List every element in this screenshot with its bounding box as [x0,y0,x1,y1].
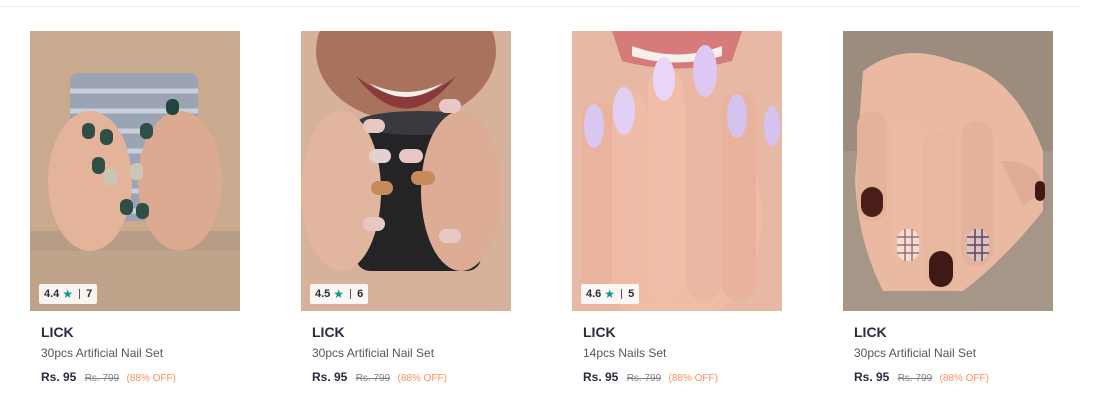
product-discount: (88% OFF) [939,373,989,384]
rating-separator [621,289,623,299]
product-image[interactable]: 4.4 ★ 7 [30,31,240,311]
product-card[interactable]: LICK 30pcs Artificial Nail Set Rs. 95 Rs… [843,31,1053,386]
product-price: Rs. 95 [583,370,619,384]
star-icon: ★ [333,287,345,301]
price-row: Rs. 95 Rs. 799 (88% OFF) [854,370,1053,386]
product-mrp: Rs. 799 [84,373,120,384]
product-discount: (88% OFF) [668,373,718,384]
product-brand[interactable]: LICK [312,324,511,341]
product-mrp: Rs. 799 [626,373,662,384]
product-mrp: Rs. 799 [897,373,933,384]
price-row: Rs. 95 Rs. 799 (88% OFF) [312,370,511,386]
top-divider [0,6,1080,7]
product-price: Rs. 95 [41,370,77,384]
product-mrp: Rs. 799 [355,373,391,384]
product-brand[interactable]: LICK [583,324,782,341]
product-name[interactable]: 30pcs Artificial Nail Set [41,346,240,361]
price-row: Rs. 95 Rs. 799 (88% OFF) [41,370,240,386]
product-card[interactable]: 4.5 ★ 6 LICK 30pcs Artificial Nail Set R… [301,31,511,386]
rating-count: 7 [86,288,93,300]
rating-separator [350,289,352,299]
product-card[interactable]: 4.4 ★ 7 LICK 30pcs Artificial Nail Set R… [30,31,240,386]
price-row: Rs. 95 Rs. 799 (88% OFF) [583,370,782,386]
product-card[interactable]: 4.6 ★ 5 LICK 14pcs Nails Set Rs. 95 Rs. … [572,31,782,386]
product-brand[interactable]: LICK [41,324,240,341]
rating-value: 4.6 [586,288,602,300]
product-name[interactable]: 30pcs Artificial Nail Set [312,346,511,361]
rating-count: 6 [357,288,364,300]
rating-badge: 4.4 ★ 7 [39,284,98,304]
rating-separator [79,289,81,299]
product-price: Rs. 95 [312,370,348,384]
rating-count: 5 [628,288,635,300]
product-image[interactable]: 4.6 ★ 5 [572,31,782,311]
rating-badge: 4.5 ★ 6 [310,284,369,304]
product-image[interactable]: 4.5 ★ 6 [301,31,511,311]
product-discount: (88% OFF) [126,373,176,384]
rating-value: 4.5 [315,288,331,300]
rating-value: 4.4 [44,288,60,300]
product-image[interactable] [843,31,1053,311]
star-icon: ★ [62,287,74,301]
product-brand[interactable]: LICK [854,324,1053,341]
product-name[interactable]: 30pcs Artificial Nail Set [854,346,1053,361]
product-discount: (88% OFF) [397,373,447,384]
product-price: Rs. 95 [854,370,890,384]
product-name[interactable]: 14pcs Nails Set [583,346,782,361]
star-icon: ★ [604,287,616,301]
rating-badge: 4.6 ★ 5 [581,284,640,304]
